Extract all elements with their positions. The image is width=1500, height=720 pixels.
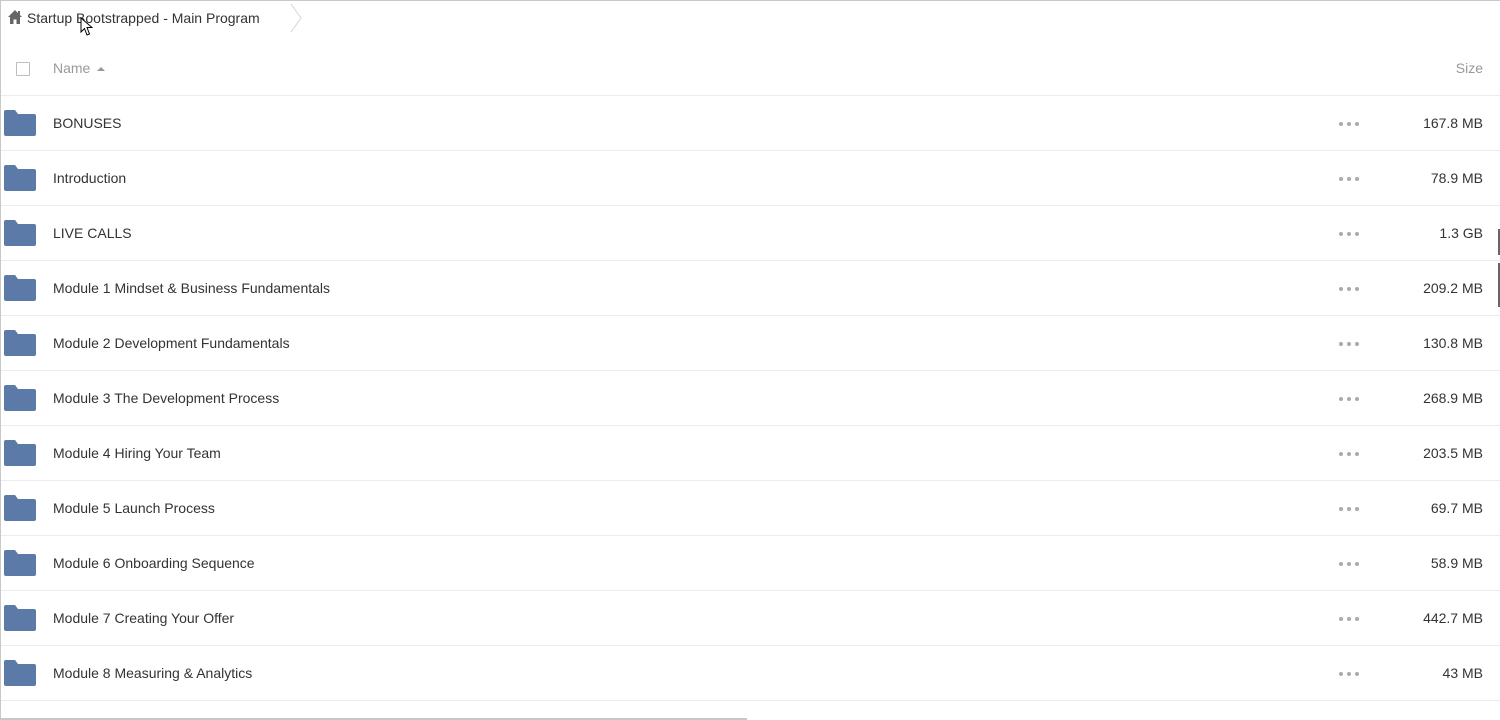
more-actions-icon[interactable] [1339, 171, 1359, 187]
table-row[interactable]: Module 3 The Development Process 268.9 MB [1, 371, 1500, 426]
folder-icon [4, 165, 36, 191]
more-actions-icon[interactable] [1339, 556, 1359, 572]
folder-icon [4, 495, 36, 521]
breadcrumb-separator-icon [290, 3, 302, 33]
more-actions-icon[interactable] [1339, 666, 1359, 682]
sort-ascending-icon [97, 67, 106, 71]
file-name[interactable]: Introduction [53, 169, 126, 187]
folder-icon [4, 275, 36, 301]
file-name[interactable]: Module 5 Launch Process [53, 499, 215, 517]
name-column-label: Name [53, 60, 91, 76]
file-browser: Startup Bootstrapped - Main Program Name… [0, 0, 1500, 720]
folder-icon [4, 440, 36, 466]
table-row[interactable]: Module 8 Measuring & Analytics 43 MB [1, 646, 1500, 701]
list-header: Name Size [1, 41, 1500, 96]
folder-icon [4, 220, 36, 246]
folder-icon [4, 660, 36, 686]
more-actions-icon[interactable] [1339, 336, 1359, 352]
folder-icon [4, 110, 36, 136]
more-actions-icon[interactable] [1339, 446, 1359, 462]
file-name[interactable]: Module 4 Hiring Your Team [53, 444, 221, 462]
table-row[interactable]: Module 6 Onboarding Sequence 58.9 MB [1, 536, 1500, 591]
file-size: 69.7 MB [1430, 500, 1483, 516]
file-size: 43 MB [1442, 665, 1483, 681]
file-name[interactable]: Module 2 Development Fundamentals [53, 334, 290, 352]
file-size: 130.8 MB [1423, 335, 1483, 351]
file-list: BONUSES 167.8 MB Introduction 78.9 MB LIVE C… [1, 96, 1500, 701]
table-row[interactable]: LIVE CALLS 1.3 GB [1, 206, 1500, 261]
table-row[interactable]: Module 5 Launch Process 69.7 MB [1, 481, 1500, 536]
file-size: 78.9 MB [1430, 170, 1483, 186]
size-column-header[interactable]: Size [1456, 60, 1483, 76]
file-name[interactable]: Module 7 Creating Your Offer [53, 609, 234, 627]
more-actions-icon[interactable] [1339, 611, 1359, 627]
file-size: 167.8 MB [1423, 115, 1483, 131]
folder-icon [4, 550, 36, 576]
more-actions-icon[interactable] [1339, 281, 1359, 297]
file-size: 203.5 MB [1423, 445, 1483, 461]
file-size: 1.3 GB [1439, 225, 1483, 241]
file-name[interactable]: Module 1 Mindset & Business Fundamentals [53, 279, 330, 297]
breadcrumb-current-folder[interactable]: Startup Bootstrapped - Main Program [27, 9, 260, 27]
file-size: 442.7 MB [1423, 610, 1483, 626]
table-row[interactable]: Module 1 Mindset & Business Fundamentals… [1, 261, 1500, 316]
file-size: 209.2 MB [1423, 280, 1483, 296]
table-row[interactable]: Module 7 Creating Your Offer 442.7 MB [1, 591, 1500, 646]
folder-icon [4, 385, 36, 411]
file-name[interactable]: LIVE CALLS [53, 224, 132, 242]
file-name[interactable]: Module 8 Measuring & Analytics [53, 664, 252, 682]
table-row[interactable]: Module 4 Hiring Your Team 203.5 MB [1, 426, 1500, 481]
file-size: 268.9 MB [1423, 390, 1483, 406]
more-actions-icon[interactable] [1339, 501, 1359, 517]
select-all-checkbox[interactable] [16, 62, 30, 76]
table-row[interactable]: Module 2 Development Fundamentals 130.8 M… [1, 316, 1500, 371]
name-column-header[interactable]: Name [53, 60, 106, 76]
more-actions-icon[interactable] [1339, 116, 1359, 132]
folder-icon [4, 330, 36, 356]
home-icon[interactable] [7, 9, 23, 25]
folder-icon [4, 605, 36, 631]
table-row[interactable]: BONUSES 167.8 MB [1, 96, 1500, 151]
more-actions-icon[interactable] [1339, 226, 1359, 242]
file-size: 58.9 MB [1430, 555, 1483, 571]
file-name[interactable]: BONUSES [53, 114, 121, 132]
more-actions-icon[interactable] [1339, 391, 1359, 407]
file-name[interactable]: Module 3 The Development Process [53, 389, 279, 407]
file-name[interactable]: Module 6 Onboarding Sequence [53, 554, 255, 572]
table-row[interactable]: Introduction 78.9 MB [1, 151, 1500, 206]
